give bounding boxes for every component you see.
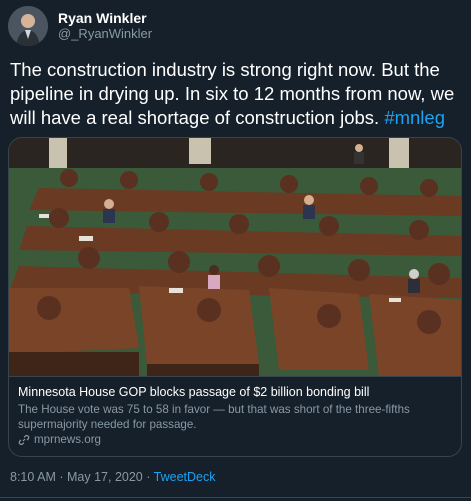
author-names: Ryan Winkler @_RyanWinkler — [58, 10, 152, 42]
author-handle[interactable]: @_RyanWinkler — [58, 26, 152, 42]
card-domain: mprnews.org — [18, 433, 101, 446]
link-icon — [18, 434, 30, 445]
tweet-source-link[interactable]: TweetDeck — [154, 470, 216, 484]
card-domain-text: mprnews.org — [34, 433, 102, 446]
avatar-photo — [8, 6, 48, 46]
avatar[interactable] — [8, 6, 48, 46]
link-card[interactable]: Minnesota House GOP blocks passage of $2… — [8, 137, 462, 457]
tweet-time[interactable]: 8:10 AM — [10, 470, 56, 484]
card-title[interactable]: Minnesota House GOP blocks passage of $2… — [18, 385, 369, 399]
meta-separator-1: · — [59, 470, 64, 484]
tweet-header: Ryan Winkler @_RyanWinkler — [8, 6, 152, 46]
author-display-name[interactable]: Ryan Winkler — [58, 10, 152, 26]
divider — [0, 497, 471, 498]
meta-separator-2: · — [146, 470, 151, 484]
card-description: The House vote was 75 to 58 in favor — b… — [18, 403, 410, 431]
tweet: Ryan Winkler @_RyanWinkler The construct… — [0, 0, 471, 501]
card-image — [9, 138, 461, 376]
tweet-meta: 8:10 AM · May 17, 2020 · TweetDeck — [10, 470, 216, 484]
hashtag-link[interactable]: #mnleg — [384, 107, 445, 128]
tweet-text: The construction industry is strong righ… — [10, 58, 462, 130]
card-info: Minnesota House GOP blocks passage of $2… — [9, 376, 461, 456]
tweet-date[interactable]: May 17, 2020 — [67, 470, 143, 484]
